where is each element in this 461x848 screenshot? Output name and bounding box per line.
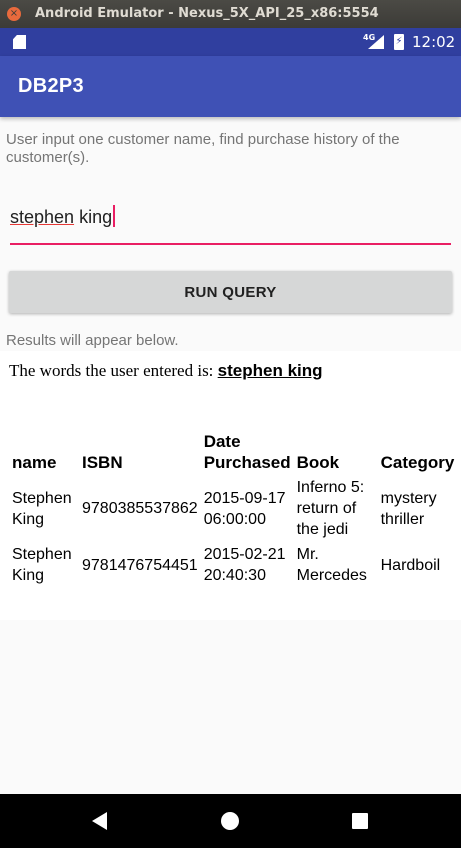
back-icon[interactable]	[92, 812, 107, 830]
results-view[interactable]: The words the user entered is: stephen k…	[0, 351, 461, 620]
app-title: DB2P3	[18, 75, 84, 97]
customer-name-input[interactable]: stephen king	[10, 198, 451, 245]
status-bar: 4G ⚡ 12:02	[0, 28, 461, 56]
cell-book-text: Mr. Mercedes	[296, 546, 367, 584]
input-value-word2: king	[74, 207, 113, 227]
cell-category-text: mystery thriller	[380, 489, 437, 528]
window-controls: ×	[7, 7, 21, 21]
cell-book: Inferno 5: return of the jedi	[294, 475, 378, 542]
cell-category: mystery thriller	[378, 475, 458, 542]
battery-icon: ⚡	[394, 34, 404, 50]
results-hint: Results will appear below.	[6, 332, 179, 349]
network-type: 4G	[363, 33, 376, 42]
recents-icon[interactable]	[352, 813, 368, 829]
cell-date-text: 2015-02-21 20:40:30	[203, 546, 286, 584]
cell-book-text: Inferno 5: return of the jedi	[296, 479, 365, 538]
cell-name: Stephen King	[9, 542, 79, 588]
text-cursor	[113, 205, 116, 227]
sd-card-icon	[13, 35, 26, 49]
window-title: Android Emulator - Nexus_5X_API_25_x86:5…	[35, 6, 379, 21]
cell-name-text: Stephen King	[12, 546, 72, 584]
table-header-row: name ISBN Date Purchased Book Category	[9, 429, 457, 475]
cell-name-text: Stephen King	[12, 489, 72, 528]
column-header-book: Book	[296, 453, 340, 472]
app-bar: DB2P3	[0, 56, 461, 117]
column-header-date: Date Purchased	[201, 429, 294, 475]
close-icon[interactable]: ×	[7, 7, 21, 21]
cell-isbn: 9781476754451	[82, 556, 198, 574]
table-row: Stephen King 9780385537862 2015-09-17 06…	[9, 475, 457, 542]
input-value[interactable]: stephen king	[10, 205, 116, 228]
entered-value: stephen king	[217, 361, 323, 380]
cell-date: 2015-09-17 06:00:00	[201, 475, 294, 542]
column-header-date-label: Date Purchased	[203, 432, 291, 472]
window-titlebar: × Android Emulator - Nexus_5X_API_25_x86…	[0, 0, 461, 28]
results-table: name ISBN Date Purchased Book Category S…	[9, 429, 457, 588]
cell-date: 2015-02-21 20:40:30	[201, 542, 294, 588]
run-query-button[interactable]: RUN QUERY	[9, 271, 452, 313]
column-header-category: Category	[380, 453, 455, 472]
cell-book: Mr. Mercedes	[294, 542, 378, 588]
column-header-name: name	[12, 453, 57, 472]
cell-isbn: 9780385537862	[82, 500, 198, 517]
input-value-word1: stephen	[10, 207, 75, 227]
table-row: Stephen King 9781476754451 2015-02-21 20…	[9, 542, 457, 588]
entered-words-line: The words the user entered is: stephen k…	[9, 361, 323, 381]
navigation-bar	[0, 794, 461, 848]
cell-category: Hardboil	[380, 556, 441, 574]
cell-name: Stephen King	[9, 475, 79, 542]
home-icon[interactable]	[221, 812, 239, 830]
entered-prefix: The words the user entered is:	[9, 361, 218, 380]
cell-date-text: 2015-09-17 06:00:00	[203, 489, 286, 528]
column-header-isbn: ISBN	[82, 453, 123, 472]
status-time: 12:02	[412, 33, 456, 51]
instructions-text: User input one customer name, find purch…	[6, 131, 400, 166]
